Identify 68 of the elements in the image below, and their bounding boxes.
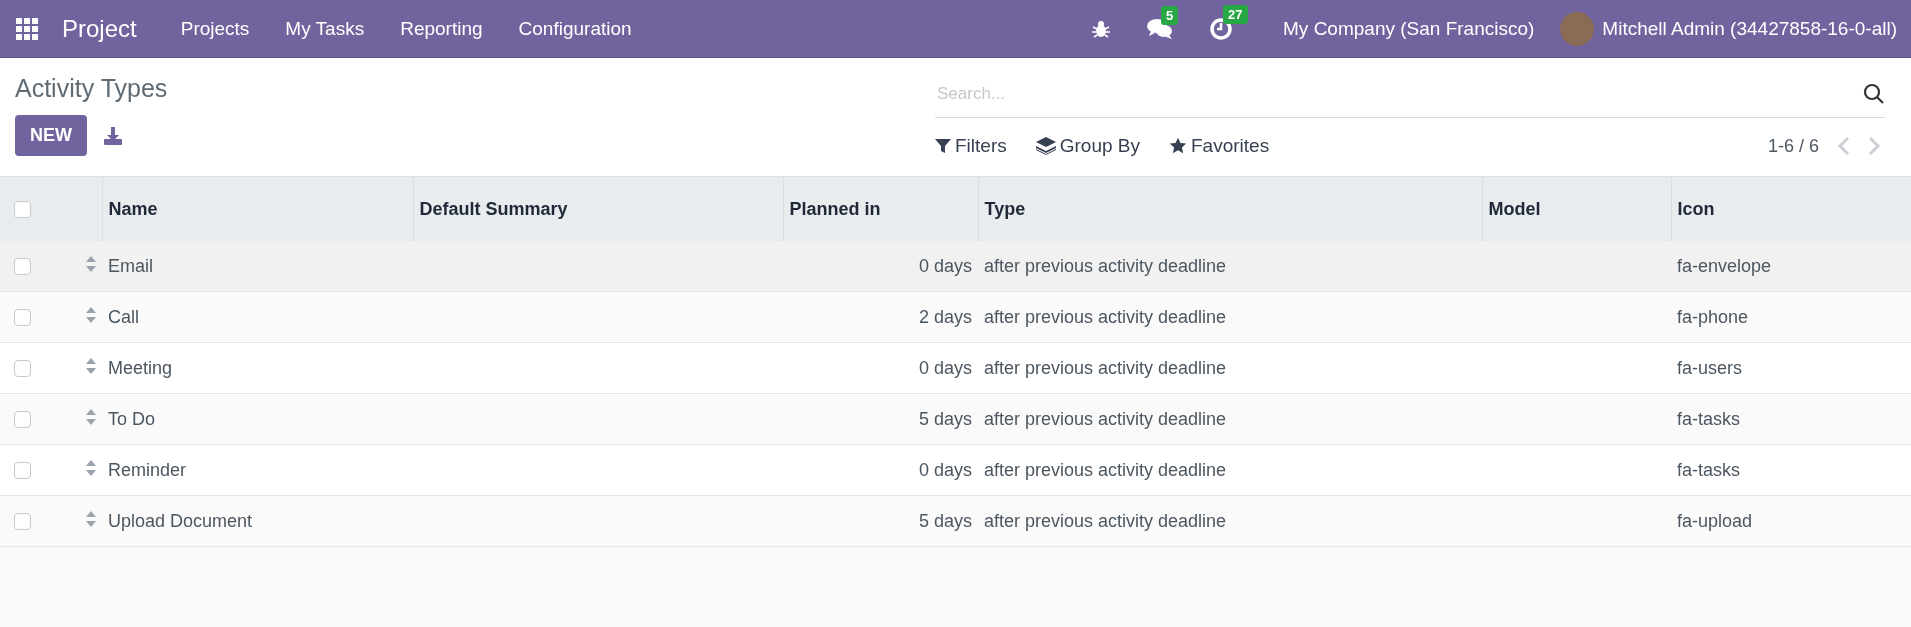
table-cell: Reminder xyxy=(108,459,187,480)
column-header[interactable]: Model xyxy=(1482,177,1671,241)
company-switcher[interactable]: My Company (San Francisco) xyxy=(1283,17,1535,40)
new-button[interactable]: NEW xyxy=(15,115,87,156)
bug-icon[interactable] xyxy=(1091,18,1112,39)
search-icon[interactable] xyxy=(1863,83,1885,105)
table-cell: 5 days xyxy=(918,408,972,429)
previous-page-icon[interactable] xyxy=(1837,136,1851,156)
group-by-button[interactable]: Group By xyxy=(1035,135,1143,157)
table-cell: after previous activity deadline xyxy=(984,510,1227,531)
search-field[interactable]: Search... xyxy=(935,84,1863,104)
next-page-icon[interactable] xyxy=(1867,136,1881,156)
table-cell: 0 days xyxy=(918,459,972,480)
table-cell: fa-tasks xyxy=(1677,459,1741,480)
table-cell: 0 days xyxy=(918,255,972,276)
layers-icon xyxy=(1035,137,1056,155)
table-cell: 5 days xyxy=(918,510,972,531)
row-checkbox[interactable] xyxy=(14,359,31,377)
table-cell: fa-upload xyxy=(1677,510,1753,531)
row-checkbox[interactable] xyxy=(14,461,31,479)
table-cell: fa-users xyxy=(1677,357,1743,378)
menu-item[interactable]: Projects xyxy=(162,17,268,40)
column-header[interactable]: Planned in xyxy=(783,177,978,241)
table-cell: after previous activity deadline xyxy=(984,255,1227,276)
apps-menu-icon[interactable] xyxy=(16,17,38,40)
table-cell: Upload Document xyxy=(108,510,253,531)
table-cell: fa-phone xyxy=(1677,306,1749,327)
table-cell: 0 days xyxy=(918,357,972,378)
table-cell: 2 days xyxy=(918,306,972,327)
table-cell: fa-envelope xyxy=(1677,255,1772,276)
drag-handle-icon[interactable] xyxy=(86,255,96,272)
message-count-badge: 5 xyxy=(1161,5,1179,25)
menu-item[interactable]: Configuration xyxy=(500,17,650,40)
table-cell: after previous activity deadline xyxy=(984,357,1227,378)
select-all-checkbox[interactable] xyxy=(14,200,31,218)
table-cell: To Do xyxy=(108,408,156,429)
star-icon xyxy=(1169,137,1187,155)
row-checkbox[interactable] xyxy=(14,512,31,530)
table-cell: Meeting xyxy=(108,357,173,378)
drag-handle-icon[interactable] xyxy=(86,510,96,527)
table-cell: after previous activity deadline xyxy=(984,408,1227,429)
menu-item[interactable]: Reporting xyxy=(382,17,501,40)
page-title: Activity Types xyxy=(15,74,169,103)
table-cell: fa-tasks xyxy=(1677,408,1741,429)
user-menu[interactable]: Mitchell Admin (34427858-16-0-all) xyxy=(1602,17,1897,40)
filters-button[interactable]: Filters xyxy=(935,135,1010,157)
favorites-button[interactable]: Favorites xyxy=(1169,135,1273,157)
column-header[interactable]: Icon xyxy=(1671,177,1911,241)
table-cell: Email xyxy=(108,255,153,276)
row-checkbox[interactable] xyxy=(14,308,31,326)
table-cell: after previous activity deadline xyxy=(984,459,1227,480)
row-checkbox[interactable] xyxy=(14,257,31,275)
table-cell: Call xyxy=(108,306,139,327)
drag-handle-icon[interactable] xyxy=(86,306,96,323)
column-header[interactable]: Name xyxy=(102,177,413,241)
drag-handle-icon[interactable] xyxy=(86,459,96,476)
filter-icon xyxy=(935,138,951,154)
menu-item[interactable]: My Tasks xyxy=(267,17,383,40)
download-icon[interactable] xyxy=(103,125,123,146)
row-checkbox[interactable] xyxy=(14,410,31,428)
app-name[interactable]: Project xyxy=(54,14,145,43)
column-header[interactable]: Type xyxy=(978,177,1482,241)
pager-value: 1-6 / 6 xyxy=(1767,135,1819,157)
drag-handle-icon[interactable] xyxy=(86,408,96,425)
column-header[interactable]: Default Summary xyxy=(413,177,783,241)
table-cell: after previous activity deadline xyxy=(984,306,1227,327)
drag-handle-icon[interactable] xyxy=(86,357,96,374)
activity-count-badge: 27 xyxy=(1223,4,1248,24)
